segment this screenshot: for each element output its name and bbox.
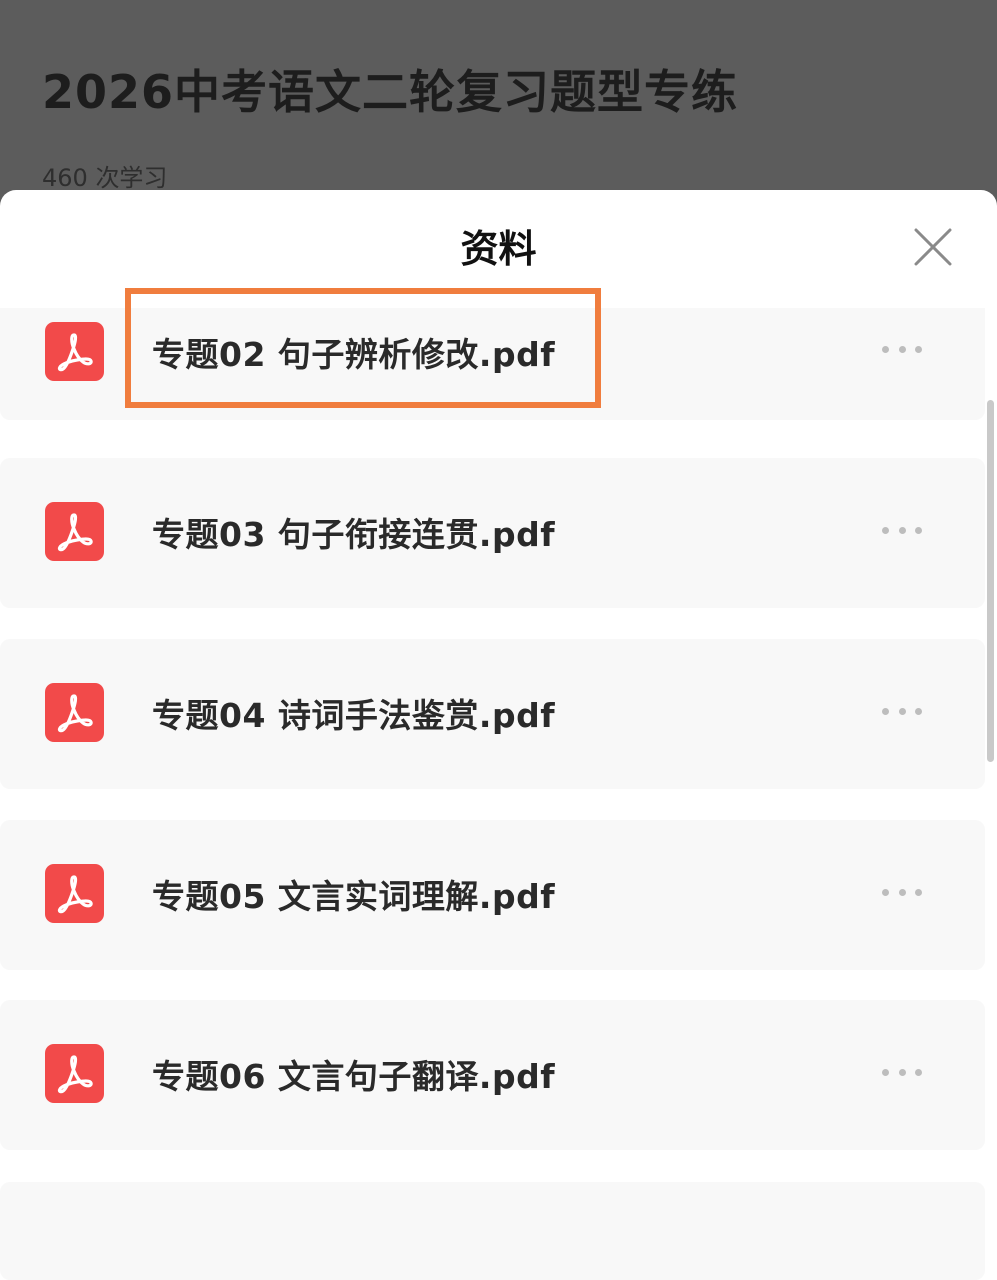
file-name: 专题05 文言实词理解.pdf xyxy=(152,877,556,916)
scrollbar[interactable] xyxy=(987,400,994,762)
more-dot xyxy=(898,1068,906,1076)
pdf-icon xyxy=(45,864,104,923)
more-dot xyxy=(915,888,922,896)
file-item-2[interactable]: 专题03 句子衔接连贯.pdf xyxy=(0,458,985,608)
pdf-icon xyxy=(45,502,104,561)
materials-sheet: 资料 专题02 句子辨析修改.pdf 专题03 句子衔接连贯.pdf 专题04 … xyxy=(0,190,997,1280)
more-options-button[interactable] xyxy=(874,696,930,726)
more-dot xyxy=(882,526,889,534)
more-options-button[interactable] xyxy=(874,1057,930,1087)
more-dot xyxy=(898,526,906,534)
more-options-button[interactable] xyxy=(874,877,930,907)
more-dot xyxy=(882,707,889,715)
more-dot xyxy=(915,1068,922,1076)
course-title: 2026中考语文二轮复习题型专练 xyxy=(42,65,739,119)
close-icon xyxy=(914,228,952,266)
sheet-title: 资料 xyxy=(460,227,537,271)
file-item-partial[interactable] xyxy=(0,1182,985,1280)
more-dot xyxy=(898,707,906,715)
more-dot xyxy=(882,1068,889,1076)
file-item-4[interactable]: 专题05 文言实词理解.pdf xyxy=(0,820,985,970)
more-dot xyxy=(898,888,906,896)
study-count: 460 次学习 xyxy=(42,164,168,192)
file-item-5[interactable]: 专题06 文言句子翻译.pdf xyxy=(0,1000,985,1150)
file-name: 专题04 诗词手法鉴赏.pdf xyxy=(152,696,556,735)
more-dot xyxy=(882,345,889,353)
file-item-1[interactable]: 专题02 句子辨析修改.pdf xyxy=(0,308,985,420)
close-button[interactable] xyxy=(906,220,960,274)
file-name: 专题03 句子衔接连贯.pdf xyxy=(152,515,556,554)
pdf-icon xyxy=(45,1044,104,1103)
file-name: 专题06 文言句子翻译.pdf xyxy=(152,1057,556,1096)
file-name: 专题02 句子辨析修改.pdf xyxy=(152,335,556,374)
more-dot xyxy=(915,526,922,534)
pdf-icon xyxy=(45,683,104,742)
more-dot xyxy=(882,888,889,896)
more-dot xyxy=(915,345,922,353)
more-dot xyxy=(898,345,906,353)
more-options-button[interactable] xyxy=(874,334,930,364)
pdf-icon xyxy=(45,322,104,381)
more-dot xyxy=(915,707,922,715)
file-item-3[interactable]: 专题04 诗词手法鉴赏.pdf xyxy=(0,639,985,789)
more-options-button[interactable] xyxy=(874,515,930,545)
